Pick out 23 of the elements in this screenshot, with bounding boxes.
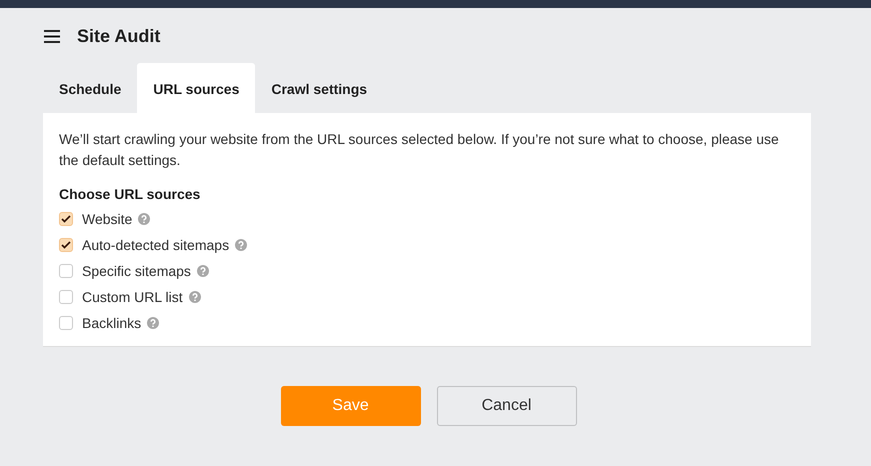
section-title: Choose URL sources bbox=[59, 186, 202, 202]
checkbox[interactable] bbox=[59, 212, 73, 226]
tab[interactable]: Schedule bbox=[43, 63, 138, 113]
help-icon[interactable] bbox=[147, 317, 160, 329]
help-icon[interactable] bbox=[138, 213, 150, 225]
checkbox[interactable] bbox=[59, 264, 73, 278]
cancel-button[interactable]: Cancel bbox=[436, 386, 576, 426]
checkbox-label: Auto-detected sitemaps bbox=[82, 237, 230, 253]
checkbox[interactable] bbox=[59, 316, 73, 330]
checkbox-label: Custom URL list bbox=[82, 289, 183, 305]
checkbox[interactable] bbox=[59, 238, 73, 252]
checkbox[interactable] bbox=[59, 290, 73, 304]
help-icon[interactable] bbox=[196, 265, 209, 277]
checkbox-label: Specific sitemaps bbox=[82, 263, 191, 279]
intro-text: We’ll start crawling your website from the URL sources selected below. If you’re not sure what to choose, please use the default settings. bbox=[59, 130, 780, 170]
page-title: Site Audit bbox=[77, 26, 160, 46]
checkbox-label: Backlinks bbox=[82, 315, 142, 331]
help-icon[interactable] bbox=[188, 291, 201, 303]
help-icon[interactable] bbox=[235, 239, 248, 251]
checkbox-label: Website bbox=[82, 211, 132, 227]
tab[interactable]: Crawl settings bbox=[255, 63, 384, 113]
tab[interactable]: URL sources bbox=[137, 63, 256, 113]
menu-icon[interactable] bbox=[44, 30, 60, 42]
